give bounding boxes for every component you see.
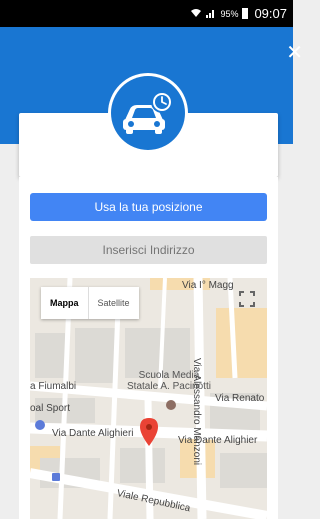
map-label-via-renato: Via Renato <box>215 393 265 404</box>
map-label-via-dante-right: Via Dante Alighier <box>178 435 258 446</box>
fullscreen-icon[interactable] <box>239 291 255 307</box>
status-bar: 95% 09:07 <box>0 0 293 27</box>
use-location-button[interactable]: Usa la tua posizione <box>30 193 267 221</box>
enter-address-button[interactable]: Inserisci Indirizzo <box>30 236 267 264</box>
battery-percent: 95% <box>220 8 239 19</box>
badge <box>108 73 188 153</box>
map-label-school: Scuola Media Statale A. Pacinotti <box>127 370 211 392</box>
map-type-control: Mappa Satellite <box>41 287 139 319</box>
map[interactable]: Mappa Satellite Via I° Magg Via Alessand… <box>30 278 267 519</box>
map-type-map[interactable]: Mappa <box>41 287 89 319</box>
car-clock-icon <box>111 76 185 150</box>
clock: 09:07 <box>254 6 287 21</box>
battery-icon <box>242 8 249 19</box>
map-type-satellite[interactable]: Satellite <box>89 287 139 319</box>
map-label-via-fiumalbi: a Fiumalbi <box>30 381 77 392</box>
map-label-via-maggio: Via I° Magg <box>182 280 234 291</box>
signal-icon <box>206 8 216 20</box>
map-label-via-dante-left: Via Dante Alighieri <box>52 428 134 439</box>
wifi-icon <box>190 8 202 20</box>
map-label-goal-sport: oal Sport <box>30 403 71 414</box>
close-icon[interactable]: ✕ <box>286 43 303 63</box>
content-panel: Usa la tua posizione Inserisci Indirizzo <box>19 177 278 519</box>
